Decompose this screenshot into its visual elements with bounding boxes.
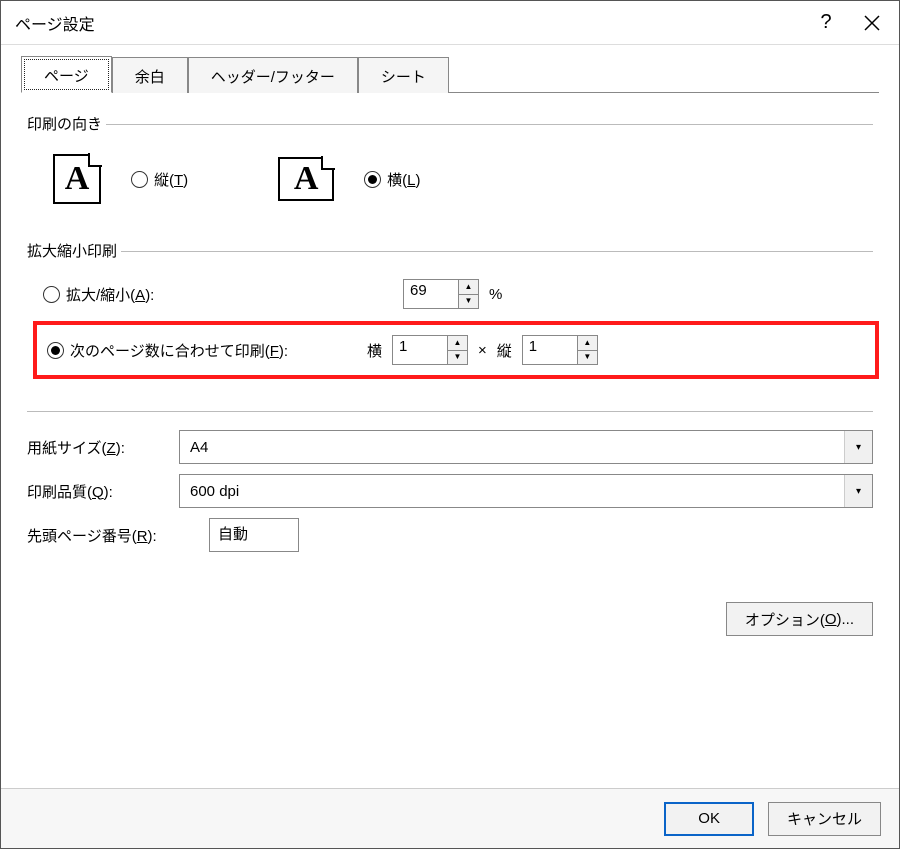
fit-tall-label: 縦: [497, 340, 512, 361]
tab-margins[interactable]: 余白: [112, 57, 188, 93]
spinner-arrows[interactable]: ▲▼: [458, 280, 478, 308]
tab-sheet[interactable]: シート: [358, 57, 449, 93]
radio-portrait[interactable]: 縦(T): [131, 169, 188, 190]
print-quality-select[interactable]: 600 dpi ▾: [179, 474, 873, 508]
help-button[interactable]: ?: [803, 5, 849, 41]
divider: [27, 411, 873, 412]
window-title: ページ設定: [15, 11, 803, 35]
fit-to-row: 次のページ数に合わせて印刷(F): 横 1 ▲▼ × 縦 1: [47, 329, 869, 371]
first-page-row: 先頭ページ番号(R): 自動: [27, 518, 873, 552]
paper-size-label: 用紙サイズ(Z):: [27, 437, 167, 458]
radio-adjust-dot: [43, 286, 60, 303]
fit-to-highlight: 次のページ数に合わせて印刷(F): 横 1 ▲▼ × 縦 1: [33, 321, 879, 379]
print-quality-label: 印刷品質(Q):: [27, 481, 167, 502]
chevron-up-icon: ▲: [459, 280, 478, 295]
percent-label: %: [489, 286, 502, 303]
tab-strip: ページ 余白 ヘッダー/フッター シート: [21, 55, 879, 93]
fit-times: ×: [478, 342, 487, 359]
fit-wide-label: 横: [367, 340, 382, 361]
page-setup-dialog: ページ設定 ? ページ 余白 ヘッダー/フッター シート 印刷の向き A: [0, 0, 900, 849]
landscape-icon: A: [278, 157, 334, 201]
first-page-input[interactable]: 自動: [209, 518, 299, 552]
adjust-to-row: 拡大/縮小(A): 69 ▲▼ %: [43, 273, 873, 315]
radio-fit-dot: [47, 342, 64, 359]
radio-adjust-label: 拡大/縮小(A):: [66, 284, 154, 305]
first-page-value: 自動: [218, 526, 248, 543]
paper-size-value: A4: [190, 439, 844, 456]
adjust-percent-value[interactable]: 69: [404, 280, 458, 308]
fit-tall-value[interactable]: 1: [523, 336, 577, 364]
tab-body: 印刷の向き A 縦(T) A 横(L): [21, 93, 879, 788]
chevron-down-icon: ▼: [448, 351, 467, 365]
title-bar: ページ設定 ?: [1, 1, 899, 45]
paper-size-row: 用紙サイズ(Z): A4 ▾: [27, 430, 873, 464]
radio-portrait-dot: [131, 171, 148, 188]
scaling-rows: 拡大/縮小(A): 69 ▲▼ %: [27, 261, 873, 393]
print-quality-value: 600 dpi: [190, 483, 844, 500]
chevron-down-icon: ▼: [459, 295, 478, 309]
orientation-row: A 縦(T) A 横(L): [27, 134, 873, 234]
radio-portrait-label: 縦(T): [154, 169, 188, 190]
tab-header-footer[interactable]: ヘッダー/フッター: [188, 57, 358, 93]
ok-button[interactable]: OK: [664, 802, 754, 836]
fit-wide-value[interactable]: 1: [393, 336, 447, 364]
adjust-percent-spinner[interactable]: 69 ▲▼: [403, 279, 479, 309]
cancel-button[interactable]: キャンセル: [768, 802, 881, 836]
chevron-up-icon: ▲: [448, 336, 467, 351]
options-button[interactable]: オプション(O)...: [726, 602, 873, 636]
help-icon: ?: [820, 11, 831, 34]
close-icon: [863, 14, 881, 32]
first-page-label: 先頭ページ番号(R):: [27, 525, 197, 546]
radio-fit-to[interactable]: 次のページ数に合わせて印刷(F):: [47, 340, 288, 361]
radio-adjust-to[interactable]: 拡大/縮小(A):: [43, 284, 154, 305]
print-quality-row: 印刷品質(Q): 600 dpi ▾: [27, 474, 873, 508]
fit-wide-spinner[interactable]: 1 ▲▼: [392, 335, 468, 365]
chevron-down-icon: ▼: [578, 351, 597, 365]
radio-landscape-label: 横(L): [387, 169, 420, 190]
chevron-down-icon: ▾: [844, 431, 872, 463]
fit-tall-spinner[interactable]: 1 ▲▼: [522, 335, 598, 365]
chevron-up-icon: ▲: [578, 336, 597, 351]
orientation-group-label: 印刷の向き: [27, 113, 873, 134]
chevron-down-icon: ▾: [844, 475, 872, 507]
radio-landscape[interactable]: 横(L): [364, 169, 420, 190]
tab-page[interactable]: ページ: [21, 56, 112, 93]
scaling-group-label: 拡大縮小印刷: [27, 240, 873, 261]
close-button[interactable]: [849, 5, 895, 41]
paper-size-select[interactable]: A4 ▾: [179, 430, 873, 464]
dialog-footer: OK キャンセル: [1, 788, 899, 848]
dialog-content: ページ 余白 ヘッダー/フッター シート 印刷の向き A 縦(T) A: [1, 45, 899, 788]
options-row: オプション(O)...: [27, 562, 873, 636]
radio-fit-label: 次のページ数に合わせて印刷(F):: [70, 340, 288, 361]
radio-landscape-dot: [364, 171, 381, 188]
portrait-icon: A: [53, 154, 101, 204]
